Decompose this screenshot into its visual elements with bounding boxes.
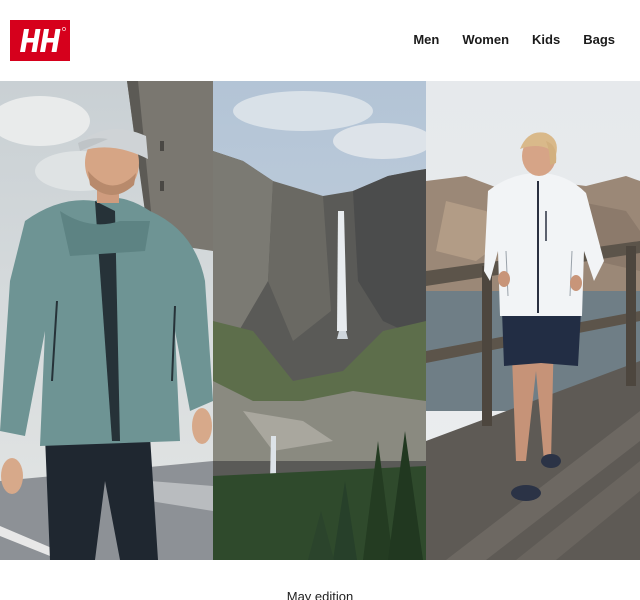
hero-image-man-jacket[interactable] [0,81,213,560]
nav-link-bags[interactable]: Bags [583,31,615,49]
brand-logo[interactable] [10,20,70,61]
hh-logo-mark [10,20,70,61]
nav-link-men[interactable]: Men [413,31,439,49]
nav-link-women[interactable]: Women [462,31,509,49]
edition-caption: May edition [286,589,354,600]
page: Men Women Kids Bags May edition [0,0,640,600]
site-header: Men Women Kids Bags [0,0,640,81]
nav-link-kids[interactable]: Kids [532,31,560,49]
hero-image-waterfall[interactable] [213,81,426,560]
main-nav: Men Women Kids Bags [413,31,615,49]
hero-image-woman-pier[interactable] [426,81,640,560]
hero-banner[interactable] [0,81,640,560]
